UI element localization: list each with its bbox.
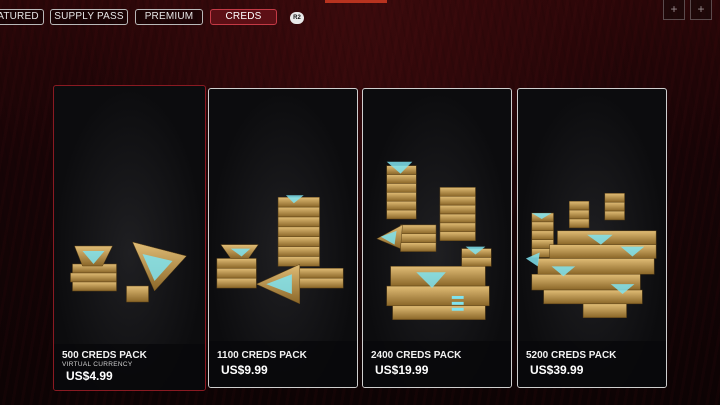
creds-pack-art: [70, 241, 187, 303]
pack-card-1100[interactable]: 1100 CREDS PACK US$9.99: [208, 88, 358, 388]
pack-subtitle: VIRTUAL CURRENCY: [62, 361, 133, 368]
pack-footer: 2400 CREDS PACK US$19.99: [363, 341, 511, 387]
tab-featured[interactable]: ATURED: [0, 9, 44, 25]
tab-creds[interactable]: CREDS: [210, 9, 277, 25]
pack-footer: 500 CREDS PACK VIRTUAL CURRENCY US$4.99: [54, 344, 205, 390]
pack-name: 1100 CREDS PACK: [217, 350, 307, 361]
corner-plus-button-1[interactable]: +: [663, 0, 685, 20]
creds-pack-art: [376, 161, 492, 320]
tab-supply-pass[interactable]: SUPPLY PASS: [50, 9, 128, 25]
corner-plus-button-2[interactable]: +: [690, 0, 712, 20]
r2-button-hint: R2: [290, 12, 304, 24]
pack-price: US$4.99: [66, 369, 113, 383]
tab-premium[interactable]: PREMIUM: [135, 9, 203, 25]
pack-card-5200[interactable]: 5200 CREDS PACK US$39.99: [517, 88, 667, 388]
creds-pack-art: [216, 195, 344, 305]
pack-price: US$39.99: [530, 363, 584, 377]
pack-card-500[interactable]: 500 CREDS PACK VIRTUAL CURRENCY US$4.99: [53, 85, 206, 391]
pack-name: 500 CREDS PACK: [62, 350, 147, 361]
pack-footer: 1100 CREDS PACK US$9.99: [209, 341, 357, 387]
pack-card-2400[interactable]: 2400 CREDS PACK US$19.99: [362, 88, 512, 388]
pack-name: 2400 CREDS PACK: [371, 350, 462, 361]
pack-price: US$9.99: [221, 363, 268, 377]
pack-name: 5200 CREDS PACK: [526, 350, 617, 361]
top-accent-bar: [325, 0, 387, 3]
creds-pack-art: [525, 193, 657, 318]
pack-price: US$19.99: [375, 363, 429, 377]
pack-footer: 5200 CREDS PACK US$39.99: [518, 341, 666, 387]
